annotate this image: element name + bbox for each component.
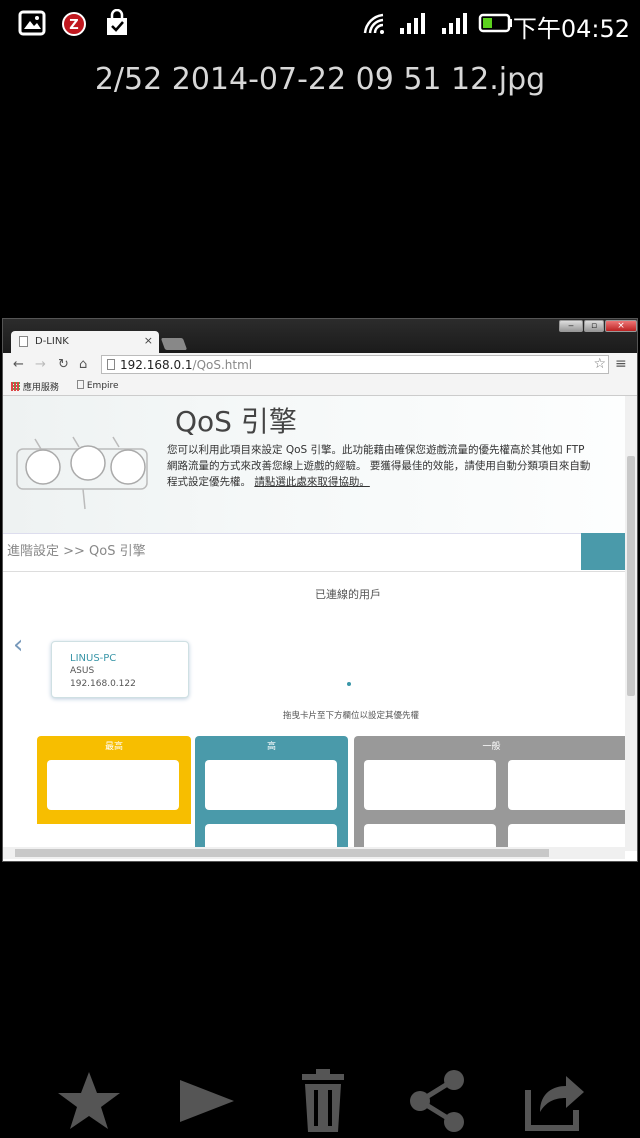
device-card[interactable]: LINUS-PC ASUS 192.168.0.122 bbox=[51, 641, 189, 698]
signal-strength-2-icon bbox=[442, 13, 467, 34]
priority-column-high[interactable]: 高 bbox=[195, 736, 348, 851]
apps-grid-icon bbox=[11, 382, 20, 391]
page-icon bbox=[77, 380, 84, 389]
bookmarks-bar: 應用服務 Empire bbox=[3, 377, 637, 396]
back-arrow-icon[interactable]: ← bbox=[13, 357, 24, 372]
horizontal-scrollbar[interactable] bbox=[3, 847, 625, 859]
new-tab-button[interactable] bbox=[160, 338, 188, 350]
url-host: 192.168.0.1 bbox=[120, 358, 193, 372]
address-bar[interactable]: 192.168.0.1/QoS.html ☆ bbox=[101, 355, 609, 374]
battery-icon bbox=[478, 13, 512, 33]
tab-title: D-LINK bbox=[35, 336, 69, 347]
home-icon[interactable]: ⌂ bbox=[79, 357, 87, 372]
priority-slot[interactable] bbox=[508, 760, 625, 810]
bookmark-apps[interactable]: 應用服務 bbox=[11, 380, 59, 393]
device-name: LINUS-PC bbox=[70, 653, 117, 664]
priority-column-highest[interactable]: 最高 bbox=[37, 736, 191, 824]
router-graphic-icon bbox=[16, 436, 148, 510]
breadcrumb: 進階設定 >> QoS 引擎 bbox=[7, 544, 146, 559]
breadcrumb-accent bbox=[581, 533, 625, 570]
close-window-button[interactable]: × bbox=[605, 320, 637, 332]
photo-title: 2/52 2014-07-22 09 51 12.jpg bbox=[94, 62, 546, 97]
web-page: QoS 引擎 您可以利用此項目來設定 QoS 引擎。此功能藉由確保您遊戲流量的優… bbox=[3, 396, 625, 851]
connected-users-label: 已連線的用戶 bbox=[315, 588, 381, 601]
description-line: 程式設定優先權。 bbox=[167, 476, 251, 488]
browser-titlebar: D-LINK × ‒ ▫ × bbox=[3, 319, 637, 353]
priority-slot[interactable] bbox=[205, 760, 337, 810]
bookmark-star-icon[interactable]: ☆ bbox=[593, 356, 606, 372]
device-vendor: ASUS bbox=[70, 666, 95, 676]
scroll-thumb[interactable] bbox=[627, 456, 635, 696]
priority-slot[interactable] bbox=[364, 760, 496, 810]
priority-label: 高 bbox=[266, 742, 276, 752]
share-icon[interactable] bbox=[404, 1066, 474, 1136]
browser-toolbar: ← → ↻ ⌂ 192.168.0.1/QoS.html ☆ ≡ bbox=[3, 353, 637, 377]
page-title: QoS 引擎 bbox=[175, 405, 297, 438]
page-icon bbox=[107, 359, 115, 370]
signal-strength-icon bbox=[400, 13, 425, 34]
page-header: QoS 引擎 您可以利用此項目來設定 QoS 引擎。此功能藉由確保您遊戲流量的優… bbox=[3, 396, 625, 534]
favorite-star-icon[interactable] bbox=[54, 1066, 124, 1136]
description-line: 網路流量的方式來改善您線上遊戲的經驗。 要獲得最佳的效能，請使用自動分類項目來自… bbox=[167, 460, 591, 472]
tab-close-icon[interactable]: × bbox=[144, 334, 153, 347]
drag-hint: 拖曳卡片至下方欄位以設定其優先權 bbox=[282, 711, 419, 721]
bookmark-label: 應用服務 bbox=[22, 383, 59, 393]
page-icon bbox=[19, 336, 28, 347]
status-bar: Z 下午04:52 bbox=[0, 0, 640, 46]
bookmark-empire[interactable]: Empire bbox=[77, 380, 119, 391]
tab-dlink[interactable]: D-LINK × bbox=[11, 331, 159, 353]
gallery-notification-icon bbox=[18, 10, 46, 36]
scroll-thumb[interactable] bbox=[15, 849, 549, 857]
url-path: /QoS.html bbox=[192, 358, 253, 372]
priority-column-normal[interactable]: 一般 bbox=[354, 736, 625, 851]
svg-text:Z: Z bbox=[69, 18, 78, 33]
description-line-last: 程式設定優先權。 請點選此處來取得協助。 bbox=[167, 474, 625, 490]
reload-icon[interactable]: ↻ bbox=[58, 357, 69, 372]
minimize-button[interactable]: ‒ bbox=[559, 320, 583, 332]
export-icon[interactable] bbox=[520, 1066, 590, 1136]
wifi-icon bbox=[363, 13, 384, 34]
priority-label: 最高 bbox=[104, 742, 123, 752]
maximize-button[interactable]: ▫ bbox=[584, 320, 604, 332]
page-description: 您可以利用此項目來設定 QoS 引擎。此功能藉由確保您遊戲流量的優先權高於其他如… bbox=[167, 442, 625, 490]
play-slideshow-icon[interactable] bbox=[172, 1066, 242, 1136]
vertical-scrollbar[interactable] bbox=[625, 396, 637, 851]
divider bbox=[3, 571, 625, 572]
carousel-dot[interactable] bbox=[347, 682, 351, 686]
bookmark-label: Empire bbox=[86, 381, 119, 391]
priority-slot[interactable] bbox=[47, 760, 179, 810]
chevron-left-icon[interactable]: ‹ bbox=[13, 630, 23, 660]
forward-arrow-icon[interactable]: → bbox=[35, 357, 46, 372]
menu-icon[interactable]: ≡ bbox=[615, 356, 627, 372]
clock: 下午04:52 bbox=[512, 15, 630, 43]
help-link[interactable]: 請點選此處來取得協助。 bbox=[254, 476, 370, 488]
shopping-bag-check-icon bbox=[107, 9, 127, 35]
trash-icon[interactable] bbox=[288, 1066, 358, 1136]
device-ip: 192.168.0.122 bbox=[70, 679, 136, 689]
description-line: 您可以利用此項目來設定 QoS 引擎。此功能藉由確保您遊戲流量的優先權高於其他如… bbox=[167, 444, 585, 456]
priority-label: 一般 bbox=[482, 742, 501, 752]
alarm-notification-icon: Z bbox=[62, 12, 86, 36]
photo-image[interactable]: D-LINK × ‒ ▫ × ← → ↻ ⌂ 192.168.0.1/QoS.h… bbox=[2, 318, 638, 862]
